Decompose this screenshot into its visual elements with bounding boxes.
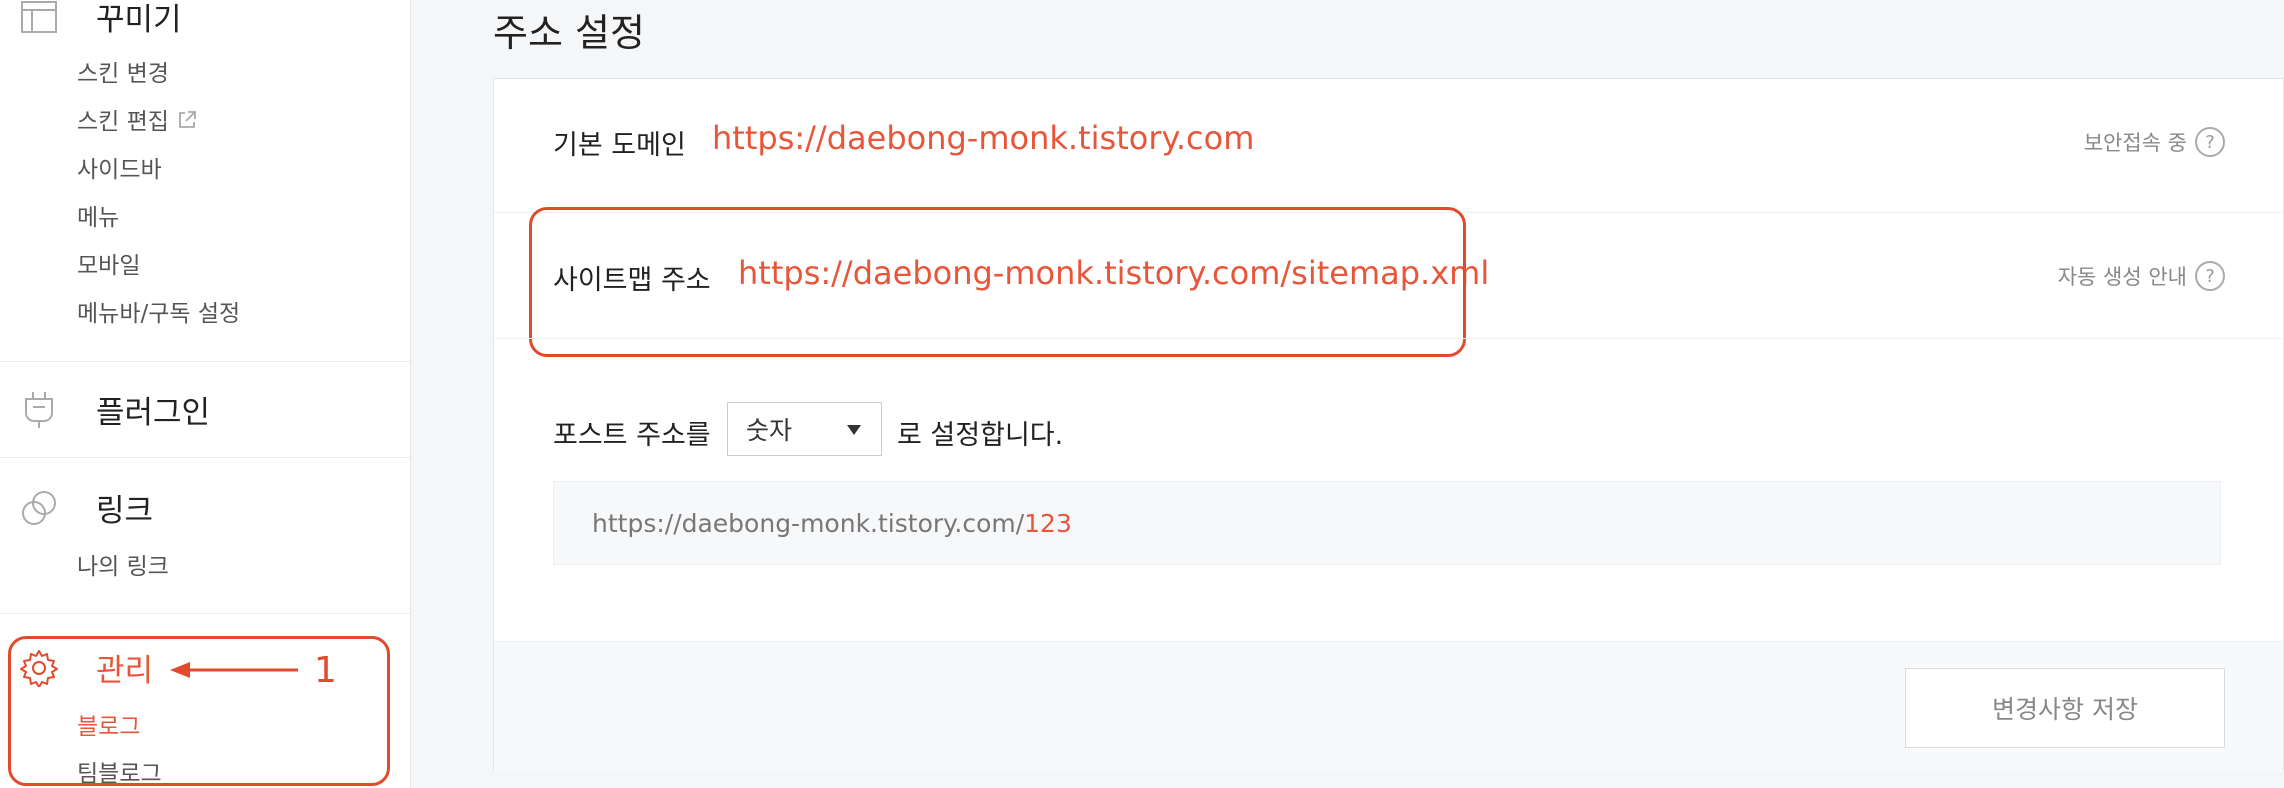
help-icon[interactable]: ?: [2195, 261, 2225, 291]
sitemap-guide-label: 자동 생성 안내: [2057, 265, 2187, 289]
divider: [494, 338, 2283, 339]
divider: [0, 613, 410, 614]
sidebar-item-skin-edit[interactable]: 스킨 편집: [77, 102, 197, 136]
sidebar-item-mobile[interactable]: 모바일: [77, 246, 140, 280]
post-address-selected: 숫자: [746, 416, 793, 445]
sitemap-guide: 자동 생성 안내 ?: [2058, 261, 2225, 291]
domain-url[interactable]: https://daebong-monk.tistory.com: [712, 119, 1254, 157]
post-address-suffix: 로 설정합니다.: [897, 420, 1064, 451]
sidebar-item-menubar[interactable]: 메뉴바/구독 설정: [77, 294, 240, 328]
divider: [0, 361, 410, 362]
post-address-select[interactable]: 숫자: [727, 402, 882, 456]
external-link-icon: [177, 110, 197, 136]
sidebar-section-title: 플러그인: [96, 395, 211, 431]
panel-footer: 변경사항 저장: [494, 641, 2283, 771]
annotation-arrow: [170, 662, 298, 678]
layout-icon: [20, 0, 58, 36]
sidebar-item-menu[interactable]: 메뉴: [77, 198, 119, 232]
sidebar-item-skin-change[interactable]: 스킨 변경: [77, 54, 169, 88]
annotation-box: [529, 207, 1466, 357]
save-changes-button[interactable]: 변경사항 저장: [1905, 668, 2225, 748]
settings-panel: 기본 도메인 https://daebong-monk.tistory.com …: [493, 78, 2284, 771]
post-address-preview: https://daebong-monk.tistory.com/123: [553, 481, 2221, 565]
preview-base-url: https://daebong-monk.tistory.com/: [592, 508, 1025, 538]
annotation-number: 1: [314, 650, 337, 691]
secure-status-label: 보안접속 중: [2083, 131, 2187, 155]
dropdown-caret-icon: [847, 425, 861, 435]
sidebar-item-sidebar[interactable]: 사이드바: [77, 150, 162, 184]
divider: [0, 457, 410, 458]
post-address-prefix: 포스트 주소를: [553, 420, 711, 451]
secure-status: 보안접속 중 ?: [2084, 127, 2225, 157]
sidebar-section-title: 링크: [96, 493, 154, 529]
domain-label: 기본 도메인: [553, 130, 686, 161]
sidebar-section-decorate[interactable]: 꾸미기: [20, 0, 182, 39]
page-title: 주소 설정: [493, 11, 645, 55]
sidebar-item-my-link[interactable]: 나의 링크: [77, 547, 169, 581]
help-icon[interactable]: ?: [2195, 127, 2225, 157]
sidebar-section-plugin[interactable]: 플러그인: [20, 387, 210, 432]
plug-icon: [20, 391, 58, 429]
preview-post-number: 123: [1024, 508, 1072, 538]
sidebar-section-title: 꾸미기: [96, 2, 182, 38]
sidebar-item-label: 스킨 편집: [77, 109, 169, 135]
sidebar-section-link[interactable]: 링크: [20, 485, 153, 530]
link-icon: [20, 489, 58, 527]
